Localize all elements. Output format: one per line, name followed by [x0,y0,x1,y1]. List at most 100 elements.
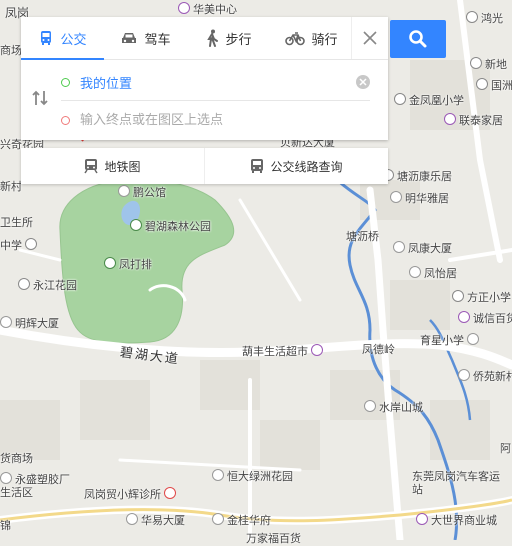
bus-line-query-button[interactable]: 公交线路查询 [204,148,388,184]
map-label-qiaoyuan[interactable]: 侨苑新村 [458,368,512,384]
place-label: 卫生所 [0,216,33,229]
start-input[interactable] [78,73,356,91]
tab-label: 骑行 [311,32,338,48]
map-label-mingqiao[interactable]: 明辉大厦 [0,315,59,331]
map-label-yusheng-school[interactable]: 育星小学 [420,332,482,348]
place-label: 葫丰生活超市 [242,345,308,358]
map-label-zhongxue[interactable]: 中学 [0,237,40,253]
map-label-fengdeling[interactable]: 凤德岭 [362,341,395,357]
place-label: 塘沥康乐居 [397,170,452,183]
clear-start-button[interactable] [356,75,370,89]
place-label: 华易大厦 [141,514,185,527]
bus-line-query-label: 公交线路查询 [270,159,343,174]
place-label: 商场 [0,44,22,57]
place-label: 恒大绿洲花园 [227,470,293,483]
search-button[interactable] [390,20,446,58]
map-label-hufeng[interactable]: 葫丰生活超市 [242,343,326,359]
tab-bus[interactable]: 公交 [21,17,104,60]
end-row [61,102,370,138]
map-label-xin[interactable]: 新地 [470,56,507,72]
bus-stop-icon [470,57,482,69]
map-label-huayi[interactable]: 华易大厦 [126,512,185,528]
map-label-huoshangchang[interactable]: 货商场 [0,450,33,466]
map-label-jinfenghuang-school[interactable]: 金凤凰小学 [394,92,464,108]
route-mode-tabs: 公交 驾车 步行 骑行 [21,17,388,60]
place-pin-icon [466,11,478,23]
map-label-biohu-park[interactable]: 碧湖森林公园 [130,218,211,234]
place-label: 塘沥桥 [346,230,379,243]
swap-route-button[interactable] [30,88,50,108]
map-label-weishengsuo[interactable]: 卫生所 [0,214,33,230]
place-label: 鹏公馆 [133,186,166,199]
map-label-huameizhongxin[interactable]: 华美中心 [178,1,237,17]
map-label-xincun[interactable]: 新村 [0,178,22,194]
map-label-dongguan-station[interactable]: 东莞凤岗汽车客运站 [412,470,502,496]
school-icon [467,333,479,345]
map-label-jin[interactable]: 锦 [0,517,11,533]
map-label-yongjiang[interactable]: 永江花园 [18,277,77,293]
map-label-shuian[interactable]: 水岸山城 [364,399,423,415]
map-label-chengxin[interactable]: 诚信百货 [458,310,512,326]
park-icon [130,219,142,231]
swap-arrows-icon [32,90,48,106]
map-label-mingyaju[interactable]: 明华雅居 [390,190,449,206]
bus-icon [41,31,52,45]
place-label: 方正小学 [467,291,511,304]
shop-icon [311,344,323,356]
bike-icon [285,32,306,46]
place-label: 碧湖森林公园 [145,220,211,233]
walk-icon [207,29,219,47]
place-label: 育星小学 [420,334,464,347]
place-label: 凤康大厦 [408,242,452,255]
subway-map-button[interactable]: 地铁图 [21,148,204,184]
map-label-tangliqiao[interactable]: 塘沥桥 [346,228,379,244]
map-label-shangchang[interactable]: 商场 [0,42,22,58]
tab-bike[interactable]: 骑行 [270,17,353,59]
route-panel: 公交 驾车 步行 骑行 [21,17,388,140]
map-label-yongsheng[interactable]: 永盛塑胶厂生活区 [0,472,76,499]
map-label-guo[interactable]: 国洲 [476,77,512,93]
start-row [61,64,370,101]
close-button[interactable] [351,17,388,59]
map-label-fengyiju[interactable]: 凤怡居 [409,265,457,281]
route-inputs [21,60,388,140]
school-icon [394,93,406,105]
map-label-hongguang[interactable]: 鸿光 [466,10,503,26]
map-label-dashijie[interactable]: 大世界商业城 [416,512,497,528]
place-pin-icon [212,513,224,525]
map-label-lianmeng[interactable]: 联泰家居 [444,112,503,128]
place-label: 明辉大厦 [15,317,59,330]
place-pin-icon [409,266,421,278]
place-label: 新村 [0,180,22,193]
shop-icon [444,113,456,125]
map-label-fengdapai[interactable]: 凤打排 [104,256,152,272]
map-label-pengdaishi[interactable]: 鹏公馆 [118,184,166,200]
school-icon [452,290,464,302]
subway-map-label: 地铁图 [104,159,141,174]
building-icon [126,513,138,525]
map-label-right-edge[interactable]: 阿 [500,440,511,456]
map-label-fangzheng-school[interactable]: 方正小学 [452,289,511,305]
map-label-fengkang[interactable]: 凤康大厦 [393,240,452,256]
place-pin-icon [458,369,470,381]
place-label: 凤怡居 [424,267,457,280]
end-input[interactable] [78,111,370,129]
tab-walk[interactable]: 步行 [187,17,270,59]
tab-label: 步行 [225,32,252,48]
place-label: 明华雅居 [405,192,449,205]
place-label: 诚信百货 [473,312,512,325]
clear-icon [359,78,367,86]
map-label-wanjia[interactable]: 万家福百货 [246,530,301,546]
place-label: 万家福百货 [246,532,301,545]
place-label: 侨苑新村 [473,370,512,383]
place-label: 永江花园 [33,279,77,292]
start-dot-icon [61,77,70,87]
tab-car[interactable]: 驾车 [104,17,187,59]
place-label: 阿 [500,442,511,455]
car-icon [122,33,137,43]
map-label-hengda[interactable]: 恒大绿洲花园 [212,468,293,484]
mountain-icon [104,257,116,269]
map-label-tangli[interactable]: 塘沥康乐居 [382,168,452,184]
map-label-jinzhu[interactable]: 金桂华府 [212,512,271,528]
map-label-fenggang-clinic[interactable]: 凤岗贸小辉诊所 [84,486,179,502]
